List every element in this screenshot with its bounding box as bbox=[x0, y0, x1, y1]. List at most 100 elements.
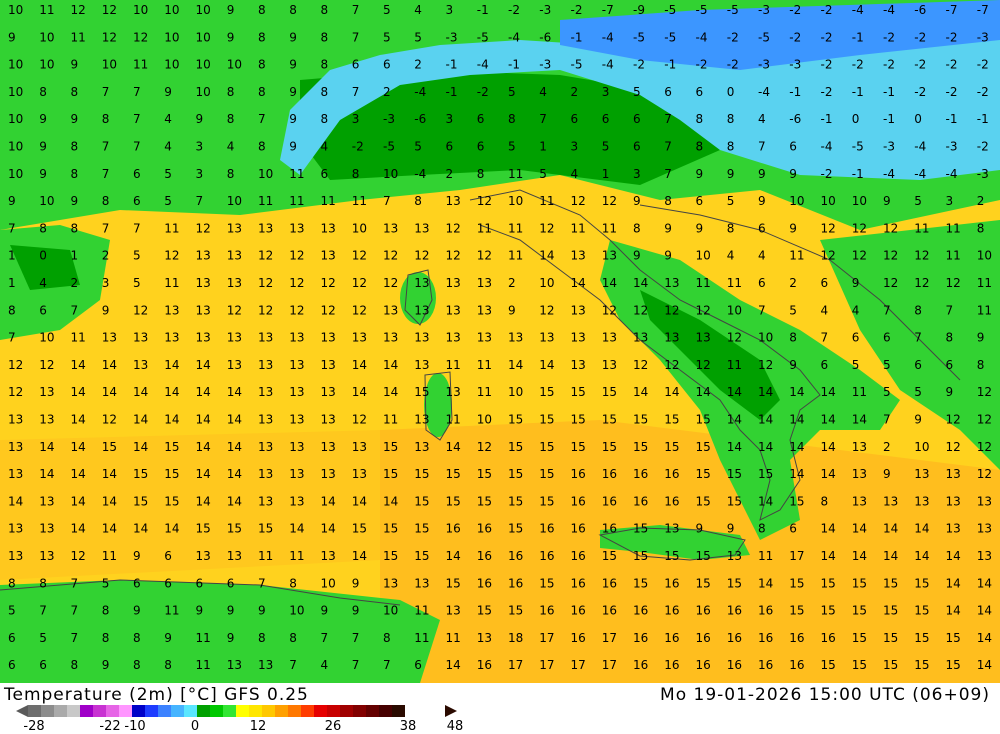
grid-value: -2 bbox=[821, 167, 833, 181]
grid-value: 17 bbox=[789, 549, 804, 563]
grid-value: 6 bbox=[821, 276, 829, 290]
scale-tick: 48 bbox=[446, 719, 464, 734]
grid-value: 8 bbox=[71, 167, 79, 181]
grid-value: 4 bbox=[39, 276, 47, 290]
grid-value: 13 bbox=[39, 413, 54, 427]
grid-value: 5 bbox=[133, 249, 141, 263]
grid-value: 10 bbox=[852, 194, 867, 208]
grid-value: 15 bbox=[477, 494, 492, 508]
grid-value: 6 bbox=[133, 167, 141, 181]
grid-value: 9 bbox=[727, 522, 735, 536]
grid-value: 15 bbox=[633, 413, 648, 427]
grid-value: 13 bbox=[321, 413, 336, 427]
map-title: Temperature (2m) [°C] GFS 0.25 bbox=[4, 685, 309, 705]
grid-value: 6 bbox=[164, 549, 172, 563]
grid-value: 13 bbox=[227, 358, 242, 372]
grid-value: 14 bbox=[321, 522, 336, 536]
grid-value: 15 bbox=[508, 494, 523, 508]
grid-value: 10 bbox=[539, 276, 554, 290]
grid-value: 12 bbox=[821, 249, 836, 263]
grid-value: 15 bbox=[102, 440, 117, 454]
grid-value: 10 bbox=[477, 413, 492, 427]
grid-value: 14 bbox=[71, 385, 86, 399]
grid-value: 16 bbox=[602, 576, 617, 590]
grid-value: 8 bbox=[71, 221, 79, 235]
grid-value: 8 bbox=[8, 303, 16, 317]
grid-value: 14 bbox=[102, 358, 117, 372]
grid-value: 5 bbox=[383, 3, 391, 17]
grid-value: 12 bbox=[602, 194, 617, 208]
grid-value: -6 bbox=[914, 3, 926, 17]
grid-value: 14 bbox=[946, 604, 961, 618]
grid-value: 17 bbox=[508, 658, 523, 672]
grid-value: -2 bbox=[914, 85, 926, 99]
grid-value: 11 bbox=[789, 249, 804, 263]
grid-value: 13 bbox=[258, 658, 273, 672]
grid-value: 12 bbox=[414, 249, 429, 263]
grid-value: 14 bbox=[508, 358, 523, 372]
grid-value: 16 bbox=[727, 631, 742, 645]
grid-value: 13 bbox=[602, 331, 617, 345]
grid-value: 6 bbox=[227, 576, 235, 590]
grid-value: 7 bbox=[352, 631, 360, 645]
grid-value: 6 bbox=[352, 58, 360, 72]
grid-value: 15 bbox=[821, 658, 836, 672]
scale-segment bbox=[28, 705, 41, 717]
grid-value: 5 bbox=[914, 194, 922, 208]
grid-value: 16 bbox=[571, 631, 586, 645]
grid-value: 13 bbox=[8, 522, 23, 536]
grid-value: 13 bbox=[227, 221, 242, 235]
grid-value: 11 bbox=[196, 658, 211, 672]
scale-segment bbox=[67, 705, 80, 717]
grid-value: -1 bbox=[664, 58, 676, 72]
grid-value: 11 bbox=[164, 276, 179, 290]
grid-value: 14 bbox=[602, 276, 617, 290]
grid-value: 10 bbox=[8, 112, 23, 126]
grid-value: 10 bbox=[8, 140, 23, 154]
grid-value: 15 bbox=[539, 440, 554, 454]
grid-value: 13 bbox=[946, 522, 961, 536]
grid-value: 10 bbox=[133, 3, 148, 17]
grid-value: 5 bbox=[602, 140, 610, 154]
grid-value: 14 bbox=[883, 549, 898, 563]
grid-value: 6 bbox=[196, 576, 204, 590]
scale-segment bbox=[262, 705, 275, 717]
grid-value: 13 bbox=[258, 221, 273, 235]
grid-value: 15 bbox=[883, 604, 898, 618]
grid-value: 7 bbox=[102, 140, 110, 154]
grid-value: -5 bbox=[727, 3, 739, 17]
grid-value: 8 bbox=[258, 30, 266, 44]
grid-value: 7 bbox=[352, 30, 360, 44]
grid-value: 5 bbox=[852, 358, 860, 372]
grid-value: 9 bbox=[258, 604, 266, 618]
grid-value: 14 bbox=[196, 358, 211, 372]
scale-segment bbox=[288, 705, 301, 717]
grid-value: 15 bbox=[914, 658, 929, 672]
grid-value: 14 bbox=[821, 467, 836, 481]
grid-value: 6 bbox=[571, 112, 579, 126]
grid-value: 14 bbox=[133, 440, 148, 454]
grid-value: 12 bbox=[164, 249, 179, 263]
grid-value: 5 bbox=[414, 140, 422, 154]
grid-value: 13 bbox=[227, 331, 242, 345]
grid-value: 12 bbox=[852, 249, 867, 263]
grid-value: -3 bbox=[539, 58, 551, 72]
grid-value: 16 bbox=[633, 631, 648, 645]
grid-value: 6 bbox=[133, 194, 141, 208]
grid-value: 15 bbox=[852, 658, 867, 672]
grid-value: 13 bbox=[321, 467, 336, 481]
grid-value: 15 bbox=[727, 494, 742, 508]
grid-value: 14 bbox=[164, 358, 179, 372]
grid-value: -4 bbox=[508, 30, 520, 44]
grid-value: 14 bbox=[102, 494, 117, 508]
scale-tick: 12 bbox=[249, 719, 267, 734]
grid-value: 3 bbox=[446, 112, 454, 126]
grid-value: 11 bbox=[321, 194, 336, 208]
grid-value: -2 bbox=[977, 85, 989, 99]
grid-value: 7 bbox=[133, 221, 141, 235]
grid-value: -7 bbox=[977, 3, 989, 17]
grid-value: 9 bbox=[633, 249, 641, 263]
grid-value: 13 bbox=[914, 467, 929, 481]
grid-value: 14 bbox=[71, 494, 86, 508]
grid-value: 12 bbox=[758, 358, 773, 372]
